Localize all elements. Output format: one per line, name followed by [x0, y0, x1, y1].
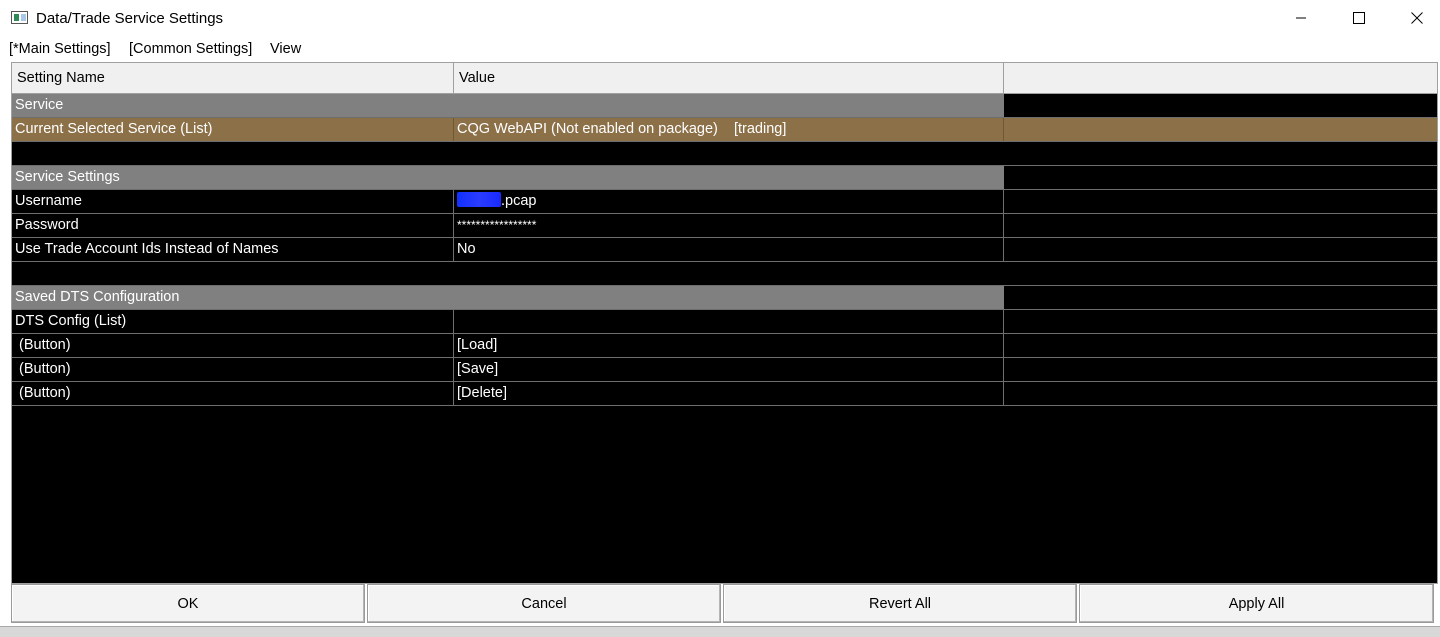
settings-grid: Setting Name Value Service Current Selec…: [11, 62, 1438, 584]
apply-all-button[interactable]: Apply All: [1079, 584, 1434, 623]
blank-row: [12, 262, 1437, 286]
title-bar: Data/Trade Service Settings: [0, 0, 1440, 36]
extra-cell: [1004, 358, 1437, 381]
setting-name-cell: Use Trade Account Ids Instead of Names: [12, 238, 454, 261]
section-row-service-settings: Service Settings: [12, 166, 1437, 190]
extra-cell: [1004, 382, 1437, 405]
table-row-delete-button[interactable]: (Button) [Delete]: [12, 382, 1437, 406]
blank-row: [12, 142, 1437, 166]
table-row-password[interactable]: Password *****************: [12, 214, 1437, 238]
menu-view[interactable]: View: [270, 41, 301, 57]
extra-cell: [1004, 190, 1437, 213]
section-label: Service Settings: [15, 169, 120, 185]
maximize-icon: [1353, 12, 1365, 24]
table-row-save-button[interactable]: (Button) [Save]: [12, 358, 1437, 382]
setting-name-cell: (Button): [12, 382, 454, 405]
table-row-username[interactable]: Username .pcap: [12, 190, 1437, 214]
close-button[interactable]: [1388, 0, 1440, 36]
dts-config-value-cell[interactable]: [454, 310, 1004, 333]
section-row-service: Service: [12, 94, 1437, 118]
app-window-icon: [11, 11, 28, 24]
table-row-use-trade-account-ids[interactable]: Use Trade Account Ids Instead of Names N…: [12, 238, 1437, 262]
column-header-extra[interactable]: [1004, 63, 1437, 94]
column-header-setting-name[interactable]: Setting Name: [12, 63, 454, 94]
password-value-cell[interactable]: *****************: [454, 214, 1004, 237]
username-value-text: .pcap: [501, 193, 537, 209]
grid-header: Setting Name Value: [12, 63, 1437, 94]
setting-value-cell[interactable]: No: [454, 238, 1004, 261]
section-row-saved-dts-configuration: Saved DTS Configuration: [12, 286, 1437, 310]
grid-rows: Service Current Selected Service (List) …: [12, 94, 1437, 406]
extra-cell: [1004, 310, 1437, 333]
revert-all-button[interactable]: Revert All: [723, 584, 1077, 623]
load-button[interactable]: [Load]: [454, 334, 1004, 357]
background-window-strip: [0, 626, 1440, 637]
minimize-icon: [1296, 17, 1306, 19]
cancel-button[interactable]: Cancel: [367, 584, 721, 623]
extra-cell: [1004, 238, 1437, 261]
minimize-button[interactable]: [1272, 0, 1330, 36]
window-title: Data/Trade Service Settings: [36, 10, 224, 27]
column-header-value[interactable]: Value: [454, 63, 1004, 94]
section-label: Saved DTS Configuration: [15, 289, 180, 305]
delete-button[interactable]: [Delete]: [454, 382, 1004, 405]
redaction-mark: [457, 192, 501, 207]
extra-cell: [1004, 118, 1437, 141]
close-icon: [1411, 12, 1423, 24]
setting-name-cell: (Button): [12, 358, 454, 381]
table-row-load-button[interactable]: (Button) [Load]: [12, 334, 1437, 358]
setting-name-cell: DTS Config (List): [12, 310, 454, 333]
save-button[interactable]: [Save]: [454, 358, 1004, 381]
table-row-current-selected-service[interactable]: Current Selected Service (List) CQG WebA…: [12, 118, 1437, 142]
maximize-button[interactable]: [1330, 0, 1388, 36]
setting-value-cell[interactable]: CQG WebAPI (Not enabled on package) [tra…: [454, 118, 1004, 141]
setting-name-cell: (Button): [12, 334, 454, 357]
extra-cell: [1004, 214, 1437, 237]
dialog-footer: OK Cancel Revert All Apply All: [11, 584, 1438, 623]
username-value-cell[interactable]: .pcap: [454, 190, 1004, 213]
setting-name-cell: Username: [12, 190, 454, 213]
section-label: Service: [15, 97, 64, 113]
setting-name-cell: Current Selected Service (List): [12, 118, 454, 141]
menu-main-settings[interactable]: [*Main Settings]: [9, 41, 111, 57]
extra-cell: [1004, 334, 1437, 357]
menu-common-settings[interactable]: [Common Settings]: [129, 41, 252, 57]
ok-button[interactable]: OK: [11, 584, 365, 623]
menu-bar: [*Main Settings] [Common Settings] View: [0, 38, 1440, 60]
table-row-dts-config[interactable]: DTS Config (List): [12, 310, 1437, 334]
setting-name-cell: Password: [12, 214, 454, 237]
